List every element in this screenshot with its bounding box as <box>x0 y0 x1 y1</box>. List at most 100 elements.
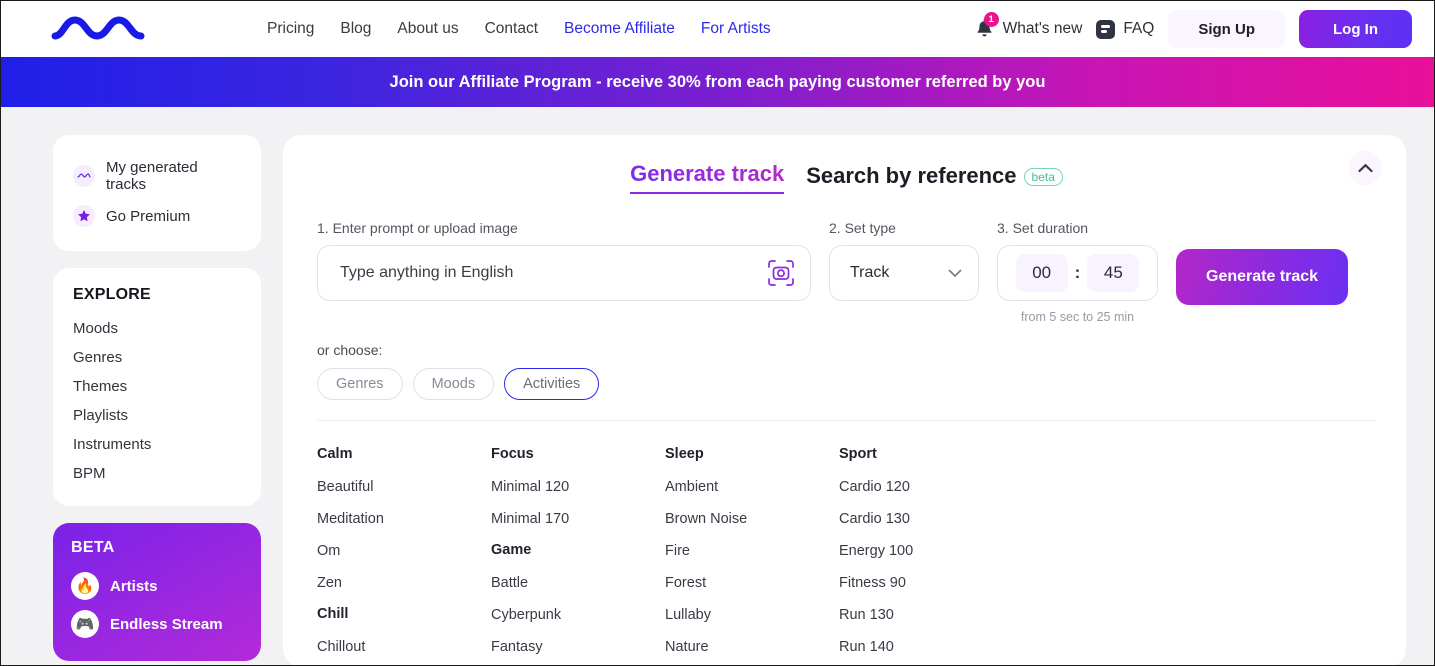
sidebar: My generated tracks Go Premium EXPLORE M… <box>53 135 261 665</box>
sidebar-item-my-generated-tracks[interactable]: My generated tracks <box>73 153 241 199</box>
gamepad-icon: 🎮 <box>71 610 99 638</box>
faq-icon <box>1096 19 1116 39</box>
sidebar-item-playlists[interactable]: Playlists <box>73 401 241 430</box>
category-chips: Genres Moods Activities <box>317 368 1376 400</box>
category-heading: Focus <box>491 446 534 462</box>
app-page: Pricing Blog About us Contact Become Aff… <box>0 0 1435 666</box>
activity-item[interactable]: Beautiful <box>317 471 491 503</box>
affiliate-banner-text: Join our Affiliate Program - receive 30%… <box>389 72 1046 91</box>
activity-item[interactable]: Cardio 120 <box>839 471 1013 503</box>
duration-hint: from 5 sec to 25 min <box>1020 310 1135 324</box>
activity-item[interactable]: Run 140 <box>839 631 1013 663</box>
camera-icon[interactable] <box>766 258 796 288</box>
type-field-group: 2. Set type Track <box>829 220 979 301</box>
sidebar-explore-card: EXPLORE Moods Genres Themes Playlists In… <box>53 268 261 506</box>
generate-track-button[interactable]: Generate track <box>1176 249 1349 305</box>
collapse-panel-button[interactable] <box>1348 151 1382 185</box>
category-heading: Sport <box>839 446 877 462</box>
activity-item[interactable]: Run 130 <box>839 599 1013 631</box>
activity-item[interactable]: Lullaby <box>665 599 839 631</box>
header-actions: 1 What's new FAQ Sign Up Log In <box>975 10 1412 48</box>
type-select-value: Track <box>850 264 890 281</box>
duration-separator: : <box>1074 263 1081 282</box>
notification-badge: 1 <box>983 12 999 27</box>
sidebar-item-label: My generated tracks <box>106 159 198 193</box>
activity-item[interactable]: Forest <box>665 567 839 599</box>
affiliate-banner[interactable]: Join our Affiliate Program - receive 30%… <box>1 57 1434 107</box>
activities-column-sport: Sport Cardio 120 Cardio 130 Energy 100 F… <box>839 439 1013 665</box>
site-header: Pricing Blog About us Contact Become Aff… <box>1 1 1434 57</box>
sidebar-item-themes[interactable]: Themes <box>73 372 241 401</box>
type-label: 2. Set type <box>829 220 896 236</box>
type-select[interactable]: Track <box>829 245 979 301</box>
activity-item[interactable]: Energy 100 <box>839 535 1013 567</box>
activities-grid: Calm Beautiful Meditation Om Zen Chill C… <box>317 439 1376 665</box>
sidebar-item-artists[interactable]: 🔥 Artists <box>71 567 243 605</box>
activity-item[interactable]: Minimal 170 <box>491 503 665 535</box>
activity-item[interactable]: Zen <box>317 567 491 599</box>
prompt-box[interactable] <box>317 245 811 301</box>
sidebar-item-go-premium[interactable]: Go Premium <box>73 199 241 233</box>
faq-button[interactable]: FAQ <box>1096 19 1155 39</box>
activity-item[interactable]: Chillout <box>317 631 491 663</box>
activity-item[interactable]: Fire <box>665 535 839 567</box>
category-heading: Game <box>491 542 532 558</box>
explore-title: EXPLORE <box>73 286 151 303</box>
duration-field-group: 3. Set duration 00 : 45 from 5 sec to 25… <box>997 220 1158 324</box>
whats-new-button[interactable]: 1 What's new <box>975 12 1082 41</box>
activity-item[interactable]: Nature <box>665 631 839 663</box>
duration-seconds-input[interactable]: 45 <box>1087 254 1140 292</box>
activity-item[interactable]: Meditation <box>317 503 491 535</box>
activity-item[interactable]: Cardio 130 <box>839 503 1013 535</box>
activity-item[interactable]: Minimal 120 <box>491 471 665 503</box>
duration-minutes-input[interactable]: 00 <box>1015 254 1068 292</box>
nav-item-blog[interactable]: Blog <box>340 20 371 38</box>
faq-label: FAQ <box>1123 20 1155 37</box>
activity-item[interactable]: Cyberpunk <box>491 599 665 631</box>
prompt-input[interactable] <box>340 264 766 282</box>
nav-item-about-us[interactable]: About us <box>397 20 458 38</box>
log-in-button[interactable]: Log In <box>1299 10 1412 48</box>
nav-item-contact[interactable]: Contact <box>485 20 538 38</box>
generator-form: 1. Enter prompt or upload image Type any… <box>317 220 1376 324</box>
chip-activities[interactable]: Activities <box>504 368 600 400</box>
sidebar-item-bpm[interactable]: BPM <box>73 459 241 488</box>
sidebar-item-label: Go Premium <box>106 207 191 225</box>
chip-moods[interactable]: Moods <box>412 368 495 400</box>
wave-icon <box>73 165 95 187</box>
chevron-down-icon <box>948 269 962 277</box>
sign-up-button[interactable]: Sign Up <box>1168 10 1285 48</box>
tab-generate-track[interactable]: Generate track <box>630 161 785 194</box>
panel-tabs: Generate track Search by reference beta <box>317 155 1376 194</box>
page-body: My generated tracks Go Premium EXPLORE M… <box>1 107 1434 665</box>
activity-item[interactable]: Fitness 90 <box>839 567 1013 599</box>
category-heading: Calm <box>317 446 353 462</box>
beta-badge: beta <box>1023 168 1063 187</box>
nav-item-pricing[interactable]: Pricing <box>267 20 314 38</box>
sidebar-item-endless-stream[interactable]: 🎮 Endless Stream <box>71 605 243 643</box>
sidebar-beta-card: BETA 🔥 Artists 🎮 Endless Stream <box>53 523 261 661</box>
or-choose-label: or choose: <box>317 342 383 358</box>
activity-item[interactable]: Battle <box>491 567 665 599</box>
chevron-up-icon <box>1357 164 1373 173</box>
tab-search-by-reference[interactable]: Search by reference beta <box>806 163 1063 194</box>
activity-item[interactable]: Om <box>317 535 491 567</box>
nav-item-for-artists[interactable]: For Artists <box>701 20 771 38</box>
sidebar-item-instruments[interactable]: Instruments <box>73 430 241 459</box>
duration-label: 3. Set duration <box>997 220 1089 236</box>
activity-item[interactable]: Ambient <box>665 471 839 503</box>
generator-panel: Generate track Search by reference beta 1… <box>283 135 1406 665</box>
main-navigation: Pricing Blog About us Contact Become Aff… <box>267 20 771 38</box>
prompt-field-group: 1. Enter prompt or upload image <box>317 220 811 301</box>
category-heading: Chill <box>317 606 349 622</box>
category-heading: Sleep <box>665 446 704 462</box>
wave-logo-icon[interactable] <box>51 14 145 44</box>
activity-item[interactable]: Fantasy <box>491 631 665 663</box>
activities-column-calm: Calm Beautiful Meditation Om Zen Chill C… <box>317 439 491 665</box>
activities-column-focus: Focus Minimal 120 Minimal 170 Game Battl… <box>491 439 665 665</box>
sidebar-item-moods[interactable]: Moods <box>73 314 241 343</box>
chip-genres[interactable]: Genres <box>317 368 403 400</box>
nav-item-become-affiliate[interactable]: Become Affiliate <box>564 20 675 38</box>
activity-item[interactable]: Brown Noise <box>665 503 839 535</box>
sidebar-item-genres[interactable]: Genres <box>73 343 241 372</box>
